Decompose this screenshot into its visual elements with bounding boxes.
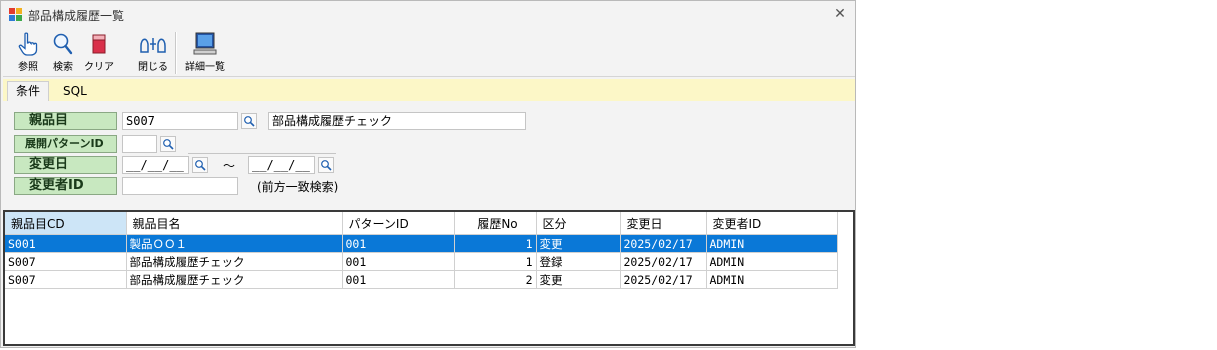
pattern-id-field[interactable] xyxy=(122,135,157,153)
parent-item-name-field: 部品構成履歴チェック xyxy=(268,112,526,130)
reference-label: 参照 xyxy=(18,62,38,73)
reference-button[interactable]: 参照 xyxy=(13,28,43,76)
column-header[interactable]: 変更者ID xyxy=(706,212,838,235)
change-date-label: 変更日 xyxy=(14,156,117,174)
cell-change-date: 2025/02/17 xyxy=(620,270,707,289)
cell-category: 登録 xyxy=(536,252,621,271)
column-header[interactable]: 親品目名 xyxy=(126,212,343,235)
date-range-tilde: ～ xyxy=(223,159,236,173)
search-icon xyxy=(163,139,174,150)
cell-pattern-id: 001 xyxy=(342,234,455,253)
app-icon xyxy=(9,8,22,21)
date-to-calendar-button[interactable] xyxy=(318,157,334,173)
search-icon xyxy=(321,160,332,171)
door-exit-icon xyxy=(140,38,166,53)
close-button[interactable]: 閉じる xyxy=(135,28,171,76)
cell-pattern-id: 001 xyxy=(342,270,455,289)
toolbar: 参照 検索 クリア 閉じる 詳細一覧 xyxy=(3,28,855,77)
search-button[interactable]: 検索 xyxy=(48,28,78,76)
changer-id-hint: (前方一致検索) xyxy=(257,180,339,194)
column-header[interactable]: 親品目CD xyxy=(5,212,127,235)
parent-item-code-field[interactable]: S007 xyxy=(122,112,238,130)
magnifier-icon xyxy=(53,33,73,55)
cell-changer-id: ADMIN xyxy=(706,252,838,271)
date-from-field[interactable]: __/__/__ xyxy=(122,156,189,174)
tab-conditions[interactable]: 条件 xyxy=(7,81,50,102)
column-header[interactable]: 変更日 xyxy=(620,212,707,235)
cell-history-no: 2 xyxy=(454,270,537,289)
conditions-panel: 親品目 S007 部品構成履歴チェック 展開パターンID 変更日 __/__/_… xyxy=(3,101,855,209)
cell-category: 変更 xyxy=(536,270,621,289)
cell-parent-name: 製品ＯＯ１ xyxy=(126,234,343,253)
cell-changer-id: ADMIN xyxy=(706,234,838,253)
search-label: 検索 xyxy=(53,62,73,73)
pattern-id-search-button[interactable] xyxy=(160,136,176,152)
pattern-name-display xyxy=(188,135,336,154)
pattern-id-label: 展開パターンID xyxy=(14,135,117,153)
cell-history-no: 1 xyxy=(454,234,537,253)
cell-parent-name: 部品構成履歴チェック xyxy=(126,270,343,289)
cell-category: 変更 xyxy=(536,234,621,253)
history-table: 親品目CD 親品目名 パターンID 履歴No 区分 変更日 変更者ID S001… xyxy=(5,212,838,289)
cell-parent-code: S007 xyxy=(5,270,127,289)
hand-pointer-icon xyxy=(18,32,38,56)
parent-item-search-button[interactable] xyxy=(241,113,257,129)
close-window-button[interactable]: ✕ xyxy=(831,5,849,23)
cell-change-date: 2025/02/17 xyxy=(620,234,707,253)
main-window: 部品構成履歴一覧 ✕ 参照 検索 クリア 閉じる 詳細一覧 条件 SQL 親品目… xyxy=(0,0,856,348)
search-icon xyxy=(195,160,206,171)
table-row[interactable]: S007 部品構成履歴チェック 001 1 登録 2025/02/17 ADMI… xyxy=(5,252,838,271)
history-grid[interactable]: 親品目CD 親品目名 パターンID 履歴No 区分 変更日 変更者ID S001… xyxy=(3,210,855,346)
column-header[interactable]: 区分 xyxy=(536,212,621,235)
table-row[interactable]: S001 製品ＯＯ１ 001 1 変更 2025/02/17 ADMIN xyxy=(5,234,838,253)
search-icon xyxy=(244,116,255,127)
tab-sql[interactable]: SQL xyxy=(55,82,95,101)
cell-pattern-id: 001 xyxy=(342,252,455,271)
toolbar-separator xyxy=(175,32,177,74)
monitor-icon xyxy=(193,32,217,55)
grid-header-row: 親品目CD 親品目名 パターンID 履歴No 区分 変更日 変更者ID xyxy=(5,212,838,235)
changer-id-field[interactable] xyxy=(122,177,238,195)
cell-history-no: 1 xyxy=(454,252,537,271)
close-label: 閉じる xyxy=(138,62,168,73)
tab-strip: 条件 SQL xyxy=(3,79,855,102)
table-row[interactable]: S007 部品構成履歴チェック 001 2 変更 2025/02/17 ADMI… xyxy=(5,270,838,289)
detail-list-label: 詳細一覧 xyxy=(185,62,225,73)
cell-parent-code: S007 xyxy=(5,252,127,271)
date-from-calendar-button[interactable] xyxy=(192,157,208,173)
changer-id-label: 変更者ID xyxy=(14,177,117,195)
date-to-field[interactable]: __/__/__ xyxy=(248,156,315,174)
clear-button[interactable]: クリア xyxy=(83,28,115,76)
cell-parent-name: 部品構成履歴チェック xyxy=(126,252,343,271)
column-header[interactable]: パターンID xyxy=(342,212,455,235)
detail-list-button[interactable]: 詳細一覧 xyxy=(181,28,229,76)
title-bar: 部品構成履歴一覧 ✕ xyxy=(1,1,855,27)
cell-changer-id: ADMIN xyxy=(706,270,838,289)
cell-change-date: 2025/02/17 xyxy=(620,252,707,271)
cell-parent-code: S001 xyxy=(5,234,127,253)
parent-item-label: 親品目 xyxy=(14,112,117,130)
column-header[interactable]: 履歴No xyxy=(454,212,537,235)
eraser-icon xyxy=(92,34,106,54)
window-title: 部品構成履歴一覧 xyxy=(28,9,125,23)
clear-label: クリア xyxy=(84,62,114,73)
